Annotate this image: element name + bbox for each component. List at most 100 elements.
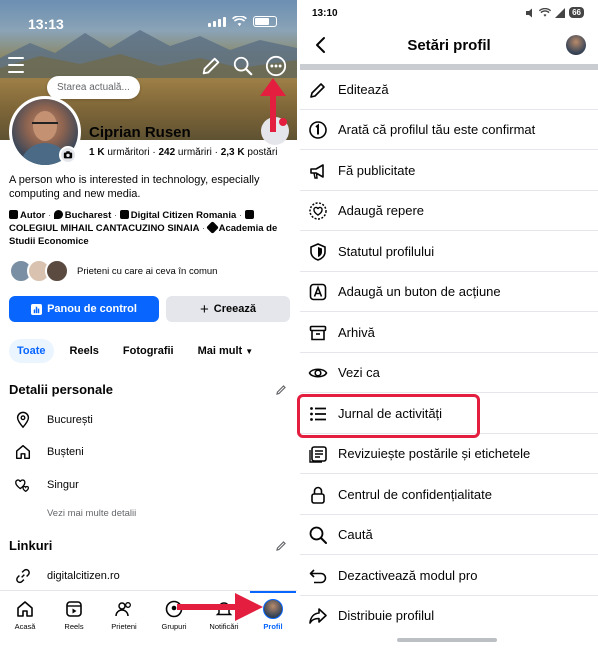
menu-review-posts-label: Revizuiește postările și etichetele <box>338 446 531 461</box>
menu-view-as-label: Vezi ca <box>338 365 380 380</box>
personal-details-title: Detalii personale <box>9 382 114 397</box>
nav-reels-label: Reels <box>64 622 84 631</box>
following-label: urmăriri · <box>175 147 221 158</box>
detail-hometown: Bușteni <box>14 442 84 462</box>
wifi-icon <box>232 16 247 27</box>
menu-advertise[interactable]: Fă publicitate <box>300 151 598 191</box>
tab-more-label: Mai mult <box>197 345 243 357</box>
nav-friends-label: Prieteni <box>111 622 137 631</box>
action-button-icon <box>309 283 327 301</box>
annotation-arrow-right <box>177 593 263 621</box>
camera-icon[interactable] <box>59 146 77 164</box>
detail-relationship: Singur <box>14 475 79 495</box>
signal-icon <box>208 16 226 27</box>
location-icon <box>53 210 63 219</box>
profile-tabs: Toate Reels Fotografii Mai mult ▼ <box>9 337 269 365</box>
annotation-highlight-box <box>297 394 480 438</box>
mutual-friends-text: Prieteni cu care ai ceva în comun <box>77 265 218 277</box>
current-city-text: București <box>47 414 93 426</box>
nav-reels[interactable]: Reels <box>49 599 99 631</box>
posts-count: 2,3 K <box>220 147 245 158</box>
clock: 13:10 <box>312 8 338 19</box>
detail-company: Digital Citizen Romania <box>130 210 237 221</box>
posts-label: postări <box>244 147 278 158</box>
pencil-icon[interactable] <box>275 384 287 396</box>
home-icon <box>17 601 33 617</box>
menu-advertise-label: Fă publicitate <box>338 163 416 178</box>
plus-icon: + <box>200 300 209 318</box>
briefcase-icon <box>9 210 18 219</box>
create-label: Creează <box>213 303 256 315</box>
profile-avatar-small <box>263 599 283 619</box>
detail-school1: COLEGIUL MIHAIL CANTACUZINO SINAIA <box>9 223 200 234</box>
menu-view-as[interactable]: Vezi ca <box>300 353 598 393</box>
pencil-icon[interactable] <box>200 55 222 77</box>
search-icon[interactable] <box>232 55 254 77</box>
menu-share-profile-label: Distribuie profilul <box>338 608 435 623</box>
menu-disable-pro-label: Dezactivează modul pro <box>338 568 478 583</box>
tab-more[interactable]: Mai mult ▼ <box>190 339 262 363</box>
tab-photos[interactable]: Fotografii <box>115 339 182 363</box>
links-title: Linkuri <box>9 538 53 553</box>
dashboard-button[interactable]: Panou de control <box>9 296 159 322</box>
menu-edit[interactable]: Editează <box>300 70 598 110</box>
menu-disable-pro[interactable]: Dezactivează modul pro <box>300 556 598 596</box>
nav-home-label: Acasă <box>14 622 36 631</box>
detail-role: Autor <box>20 210 46 221</box>
mute-icon <box>526 8 533 17</box>
bio-text: A person who is interested in technology… <box>9 174 260 200</box>
status-bubble[interactable]: Starea actuală... <box>47 76 140 99</box>
profile-settings-screen: 13:10 66 Setări profil Editează Arată că… <box>300 0 598 648</box>
see-more-details-link[interactable]: Vezi mai multe detalii <box>47 508 136 519</box>
verified-badge-icon <box>309 121 327 139</box>
nav-home[interactable]: Acasă <box>0 599 50 631</box>
menu-action-button-label: Adaugă un buton de acțiune <box>338 284 501 299</box>
menu-edit-label: Editează <box>338 82 389 97</box>
review-posts-icon <box>309 446 327 463</box>
nav-friends[interactable]: Prieteni <box>99 599 149 631</box>
pencil-icon[interactable] <box>275 540 287 552</box>
followers-count: 1 K <box>89 147 105 158</box>
hometown-text: Bușteni <box>47 446 84 458</box>
menu-privacy-center[interactable]: Centrul de confidențialitate <box>300 475 598 515</box>
mutual-friends[interactable]: Prieteni cu care ai ceva în comun <box>9 258 217 284</box>
archive-icon <box>309 325 327 341</box>
tab-reels[interactable]: Reels <box>62 339 107 363</box>
menu-verified[interactable]: Arată că profilul tău este confirmat <box>300 110 598 150</box>
menu-share-profile[interactable]: Distribuie profilul <box>300 596 598 636</box>
annotation-arrow-up <box>260 78 286 132</box>
graduation-icon <box>205 221 219 234</box>
menu-archive[interactable]: Arhivă <box>300 313 598 353</box>
relationship-text: Singur <box>47 479 79 491</box>
wifi-icon <box>539 7 552 17</box>
profile-switcher-avatar[interactable] <box>566 35 586 55</box>
menu-action-button[interactable]: Adaugă un buton de acțiune <box>300 272 598 312</box>
link-item[interactable]: digitalcitizen.ro <box>14 566 120 586</box>
dashboard-label: Panou de control <box>47 303 137 315</box>
caret-down-icon: ▼ <box>245 347 254 356</box>
menu-icon[interactable] <box>8 57 24 78</box>
school-icon <box>244 210 254 219</box>
status-bar: 13:13 <box>0 0 297 44</box>
screenshot-composite: 13:13 Starea actuală... Ciprian Rusen 1 … <box>0 0 598 648</box>
followers-label: urmăritori · <box>104 147 159 158</box>
profile-screen: 13:13 Starea actuală... Ciprian Rusen 1 … <box>0 0 297 648</box>
menu-verified-label: Arată că profilul tău este confirmat <box>338 122 536 137</box>
profile-stats: 1 K urmăritori · 242 urmăriri · 2,3 K po… <box>89 147 277 158</box>
menu-review-posts[interactable]: Revizuiește postările și etichetele <box>300 434 598 474</box>
home-icon <box>15 444 31 460</box>
home-indicator <box>397 638 497 642</box>
share-icon <box>309 608 327 624</box>
eye-icon <box>308 368 328 378</box>
page-title: Setări profil <box>407 37 491 54</box>
battery-icon: 66 <box>569 7 584 18</box>
intro-details: Autor · Bucharest · Digital Citizen Roma… <box>9 210 278 247</box>
menu-profile-status[interactable]: Statutul profilului <box>300 232 598 272</box>
create-button[interactable]: + Creează <box>166 296 290 322</box>
friend-avatar <box>45 259 69 283</box>
action-buttons: Panou de control + Creează <box>9 296 290 322</box>
menu-search[interactable]: Caută <box>300 515 598 555</box>
reels-icon <box>66 601 82 617</box>
menu-milestones[interactable]: Adaugă repere <box>300 191 598 231</box>
tab-all[interactable]: Toate <box>9 339 54 363</box>
